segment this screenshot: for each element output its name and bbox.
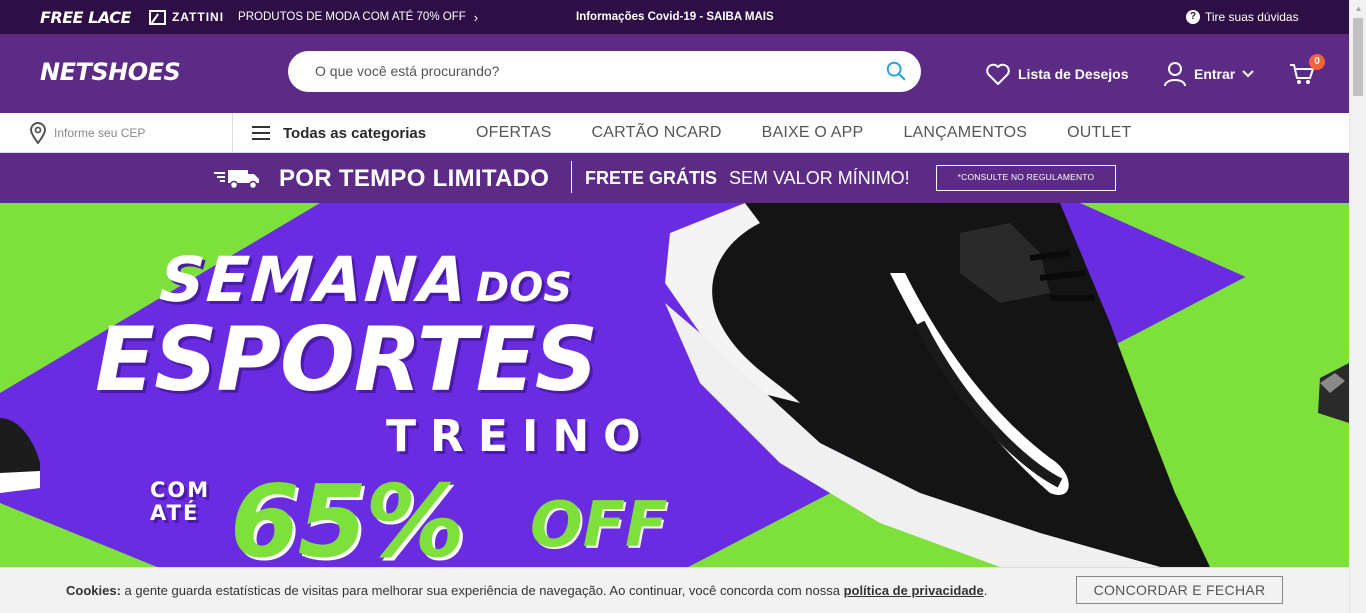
freelace-logo[interactable]: FREE LACE	[40, 8, 131, 27]
user-icon	[1164, 61, 1186, 86]
cart-button[interactable]: 0	[1289, 34, 1325, 113]
login-label: Entrar	[1194, 65, 1236, 82]
scroll-up-arrow-icon[interactable]: ▲	[1350, 0, 1366, 17]
hero-off-label: OFF	[530, 488, 668, 561]
nav-link-baixe-o-app[interactable]: BAIXE O APP	[762, 124, 864, 142]
truck-icon	[214, 170, 259, 190]
hero-headline-dos: DOS	[476, 265, 573, 311]
search-icon[interactable]	[885, 60, 907, 82]
wishlist-label: Lista de Desejos	[1018, 65, 1129, 82]
cookie-text: a gente guarda estatísticas de visitas p…	[120, 583, 844, 598]
category-nav: Todas as categorias OFERTAS CARTÃO NCARD…	[0, 113, 1349, 153]
search-box	[288, 51, 921, 92]
scrollbar-thumb[interactable]	[1353, 18, 1363, 96]
hero-ate: ATÉ	[150, 501, 200, 525]
covid-info-link[interactable]: Informações Covid-19 - SAIBA MAIS	[576, 11, 774, 23]
nav-link-ofertas[interactable]: OFERTAS	[476, 124, 552, 142]
privacy-policy-link[interactable]: política de privacidade	[844, 583, 984, 598]
promo-title: POR TEMPO LIMITADO	[279, 165, 550, 192]
login-link[interactable]: Entrar	[1163, 34, 1262, 113]
fashion-promo-link[interactable]: PRODUTOS DE MODA COM ATÉ 70% OFF	[238, 11, 466, 23]
zattini-label: ZATTINI	[171, 10, 225, 24]
hero-com-ate: COM ATÉ	[150, 479, 210, 525]
hero-discount-percent: 65%	[230, 463, 465, 580]
menu-icon	[252, 126, 270, 140]
hero-headline-esportes: ESPORTES	[95, 308, 598, 411]
all-categories-button[interactable]: Todas as categorias	[252, 113, 426, 153]
free-shipping-label: FRETE GRÁTIS	[585, 168, 718, 188]
hero-headline-semana: SEMANA	[157, 243, 472, 316]
cookie-text-end: .	[983, 583, 988, 598]
top-strip: FREE LACE ZATTINI PRODUTOS DE MODA COM A…	[0, 0, 1349, 34]
chevron-down-icon	[1242, 69, 1254, 77]
cookie-label: Cookies:	[66, 583, 121, 598]
chevron-right-icon: ›	[473, 9, 479, 25]
zattini-logo[interactable]: ZATTINI	[148, 9, 225, 25]
cep-input[interactable]	[54, 126, 214, 140]
wishlist-link[interactable]: Lista de Desejos	[985, 34, 1129, 113]
hero-com: COM	[150, 478, 211, 502]
rules-button[interactable]: *CONSULTE NO REGULAMENTO	[936, 165, 1116, 191]
page: FREE LACE ZATTINI PRODUTOS DE MODA COM A…	[0, 0, 1366, 613]
cep-box	[0, 113, 233, 153]
question-icon: ?	[1186, 10, 1200, 24]
heart-icon	[986, 63, 1010, 85]
content: FREE LACE ZATTINI PRODUTOS DE MODA COM A…	[0, 0, 1349, 613]
nav-link-cartao-ncard[interactable]: CARTÃO NCARD	[592, 124, 722, 142]
help-label: Tire suas dúvidas	[1205, 10, 1299, 24]
netshoes-logo[interactable]: NETSHOES	[40, 58, 181, 86]
hero-subheadline-treino: TREINO	[386, 411, 655, 462]
search-input[interactable]	[315, 63, 855, 79]
nav-links: OFERTAS CARTÃO NCARD BAIXE O APP LANÇAME…	[476, 113, 1171, 153]
zattini-mark-icon	[148, 9, 166, 25]
all-categories-label: Todas as categorias	[283, 124, 427, 142]
cookie-bar: Cookies: a gente guarda estatísticas de …	[0, 567, 1349, 613]
help-link[interactable]: ? Tire suas dúvidas	[1186, 10, 1299, 24]
free-shipping-banner[interactable]: POR TEMPO LIMITADO FRETE GRÁTIS SEM VALO…	[0, 153, 1349, 203]
hero-banner[interactable]: SEMANA DOS ESPORTES TREINO COM ATÉ 65% O…	[0, 203, 1349, 613]
cookie-message: Cookies: a gente guarda estatísticas de …	[66, 583, 987, 598]
nav-link-outlet[interactable]: OUTLET	[1067, 124, 1131, 142]
main-header: NETSHOES Lista de Desejos Entrar	[0, 34, 1349, 113]
accept-cookies-button[interactable]: CONCORDAR E FECHAR	[1076, 576, 1283, 604]
vertical-scrollbar[interactable]: ▲	[1349, 0, 1366, 613]
location-pin-icon	[30, 122, 46, 144]
promo-divider	[571, 161, 572, 193]
cart-count-badge: 0	[1309, 54, 1325, 70]
nav-link-lancamentos[interactable]: LANÇAMENTOS	[903, 124, 1027, 142]
no-minimum-label: SEM VALOR MÍNIMO!	[729, 168, 910, 188]
